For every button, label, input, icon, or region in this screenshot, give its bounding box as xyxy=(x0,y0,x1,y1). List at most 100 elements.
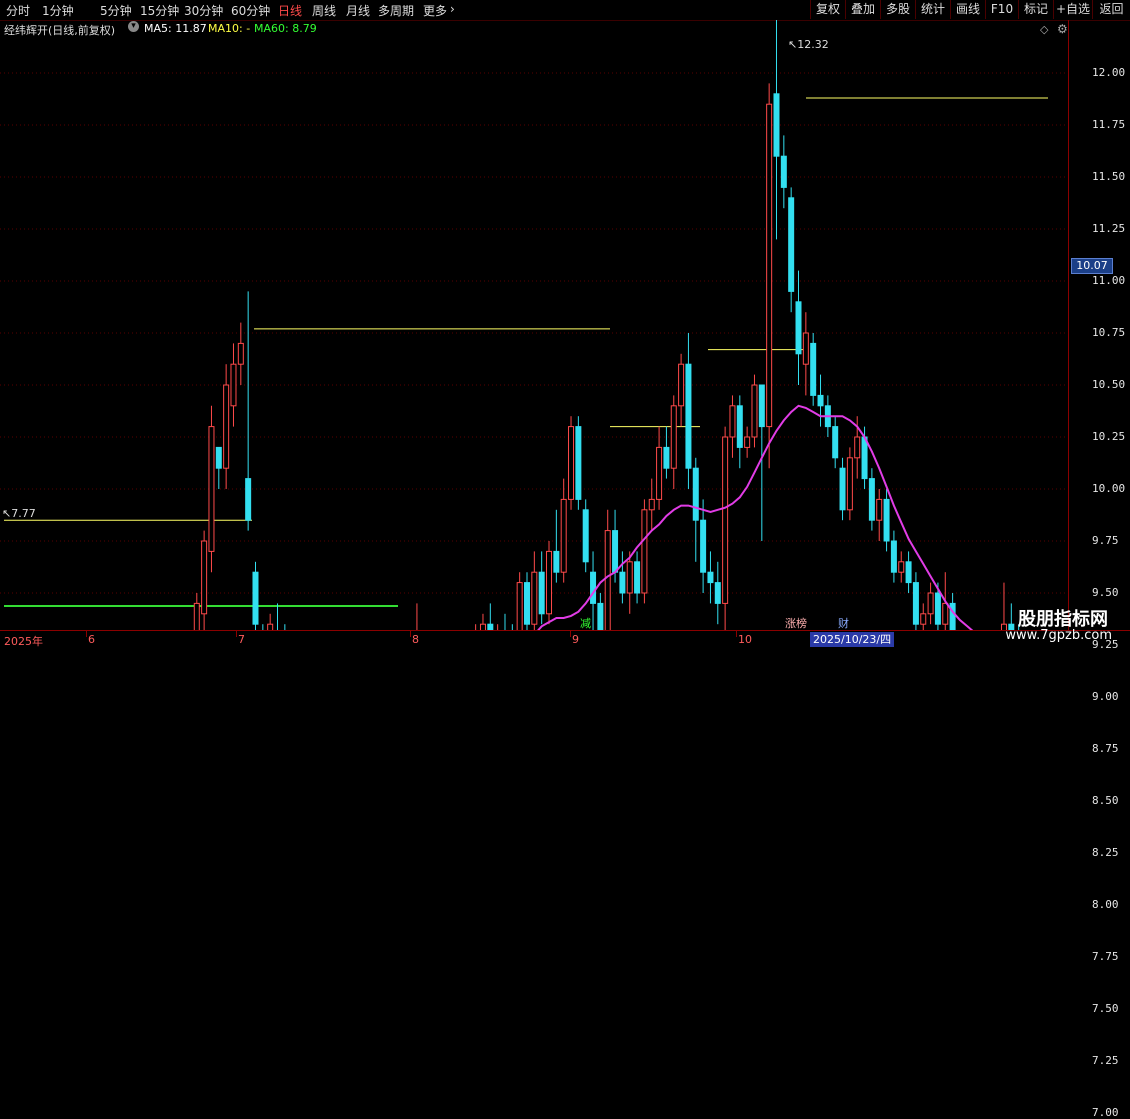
x-tick xyxy=(86,631,87,637)
tab-monthly[interactable]: 月线 xyxy=(346,2,370,19)
chevron-right-icon[interactable]: › xyxy=(450,2,455,16)
candle-body xyxy=(656,446,663,500)
candle-body xyxy=(685,363,692,469)
y-tick-label: 7.50 xyxy=(1092,1002,1119,1015)
candle-body xyxy=(839,467,846,511)
x-label-september: 9 xyxy=(572,633,579,646)
tab-timeshare[interactable]: 分时 xyxy=(6,2,30,19)
candle-body xyxy=(905,561,912,584)
candle-body xyxy=(810,342,817,396)
tab-15min[interactable]: 15分钟 xyxy=(140,2,179,19)
draw-line-button[interactable]: 画线 xyxy=(950,0,985,19)
candlestick-chart[interactable] xyxy=(0,20,1068,630)
low-price-annotation: ↖7.77 xyxy=(2,507,36,520)
candle-body xyxy=(590,571,597,604)
tab-30min[interactable]: 30分钟 xyxy=(184,2,223,19)
tab-60min[interactable]: 60分钟 xyxy=(231,2,270,19)
candle-body xyxy=(744,436,751,448)
candle-body xyxy=(714,582,721,604)
y-tick-label: 7.75 xyxy=(1092,950,1119,963)
high-price-annotation: ↖12.32 xyxy=(788,38,829,51)
y-tick-label: 10.75 xyxy=(1092,326,1126,339)
overlay-button[interactable]: 叠加 xyxy=(845,0,880,19)
f10-button[interactable]: F10 xyxy=(985,0,1018,19)
event-marker-reduce[interactable]: 减 xyxy=(580,615,591,631)
candle-body xyxy=(920,613,927,625)
x-tick xyxy=(236,631,237,637)
tab-5min[interactable]: 5分钟 xyxy=(100,2,132,19)
candle-body xyxy=(626,561,633,594)
candle-body xyxy=(861,436,868,480)
candle-body xyxy=(912,582,919,625)
candle-body xyxy=(846,457,853,511)
multi-stock-button[interactable]: 多股 xyxy=(880,0,915,19)
candle-body xyxy=(678,363,685,407)
candle-body xyxy=(524,582,530,625)
candle-body xyxy=(582,509,589,563)
x-tick xyxy=(410,631,411,637)
candle-body xyxy=(692,467,699,521)
y-tick-label: 10.50 xyxy=(1092,378,1126,391)
low-price-value: 7.77 xyxy=(11,507,36,520)
candle-body xyxy=(634,561,641,594)
date-axis: 2025年 6 7 8 9 10 2025/10/23/四 xyxy=(0,630,1130,651)
candle-body xyxy=(208,426,215,552)
y-tick-label: 10.25 xyxy=(1092,430,1126,443)
add-watchlist-button[interactable]: +自选 xyxy=(1053,0,1092,19)
candle-body xyxy=(223,384,230,469)
y-tick-label: 11.75 xyxy=(1092,118,1126,131)
candle-body xyxy=(230,363,237,407)
candle-body xyxy=(795,301,802,355)
candle-body xyxy=(531,571,538,625)
candle-body xyxy=(648,498,655,511)
candle-body xyxy=(546,550,553,615)
statistics-button[interactable]: 统计 xyxy=(915,0,950,19)
candle-body xyxy=(575,426,582,500)
candle-body xyxy=(663,446,670,469)
y-tick-label: 7.00 xyxy=(1092,1106,1119,1119)
x-label-year: 2025年 xyxy=(4,635,43,648)
tab-multi-period[interactable]: 多周期 xyxy=(378,2,414,19)
candle-body xyxy=(516,582,523,630)
event-marker-limit-up-list[interactable]: 涨榜 xyxy=(785,615,807,631)
y-tick-label: 8.75 xyxy=(1092,742,1119,755)
tab-more[interactable]: 更多 xyxy=(423,2,447,19)
y-tick-label: 8.00 xyxy=(1092,898,1119,911)
candle-body xyxy=(553,550,560,573)
candle-body xyxy=(237,342,244,365)
candle-body xyxy=(568,426,575,500)
candle-body xyxy=(722,436,729,604)
candle-body xyxy=(773,93,780,157)
cursor-date: 2025/10/23/四 xyxy=(810,632,895,647)
candle-body xyxy=(854,436,861,459)
x-tick xyxy=(570,631,571,637)
event-marker-finance[interactable]: 财 xyxy=(838,615,849,631)
candle-body xyxy=(597,602,604,630)
candle-body xyxy=(949,602,956,630)
candle-body xyxy=(619,571,626,594)
back-button[interactable]: 返回 xyxy=(1092,0,1130,19)
x-label-june: 6 xyxy=(88,633,95,646)
y-tick-label: 11.25 xyxy=(1092,222,1126,235)
candle-body xyxy=(890,540,897,573)
candle-body xyxy=(817,394,824,407)
tab-weekly[interactable]: 周线 xyxy=(312,2,336,19)
candle-body xyxy=(560,498,567,573)
tab-1min[interactable]: 1分钟 xyxy=(42,2,74,19)
candle-body xyxy=(252,571,259,625)
y-tick-label: 7.25 xyxy=(1092,1054,1119,1067)
candle-body xyxy=(670,405,677,469)
tab-daily[interactable]: 日线 xyxy=(278,2,302,19)
candle-body xyxy=(788,197,795,292)
mark-button[interactable]: 标记 xyxy=(1018,0,1053,19)
candle-body xyxy=(766,103,773,428)
candle-body xyxy=(729,405,736,438)
candle-body xyxy=(201,540,208,615)
candle-body xyxy=(832,426,839,459)
high-price-value: 12.32 xyxy=(797,38,829,51)
candle-body xyxy=(802,332,809,365)
y-tick-label: 12.00 xyxy=(1092,66,1126,79)
candle-body xyxy=(927,592,934,615)
restore-rights-button[interactable]: 复权 xyxy=(810,0,845,19)
y-tick-label: 9.00 xyxy=(1092,690,1119,703)
